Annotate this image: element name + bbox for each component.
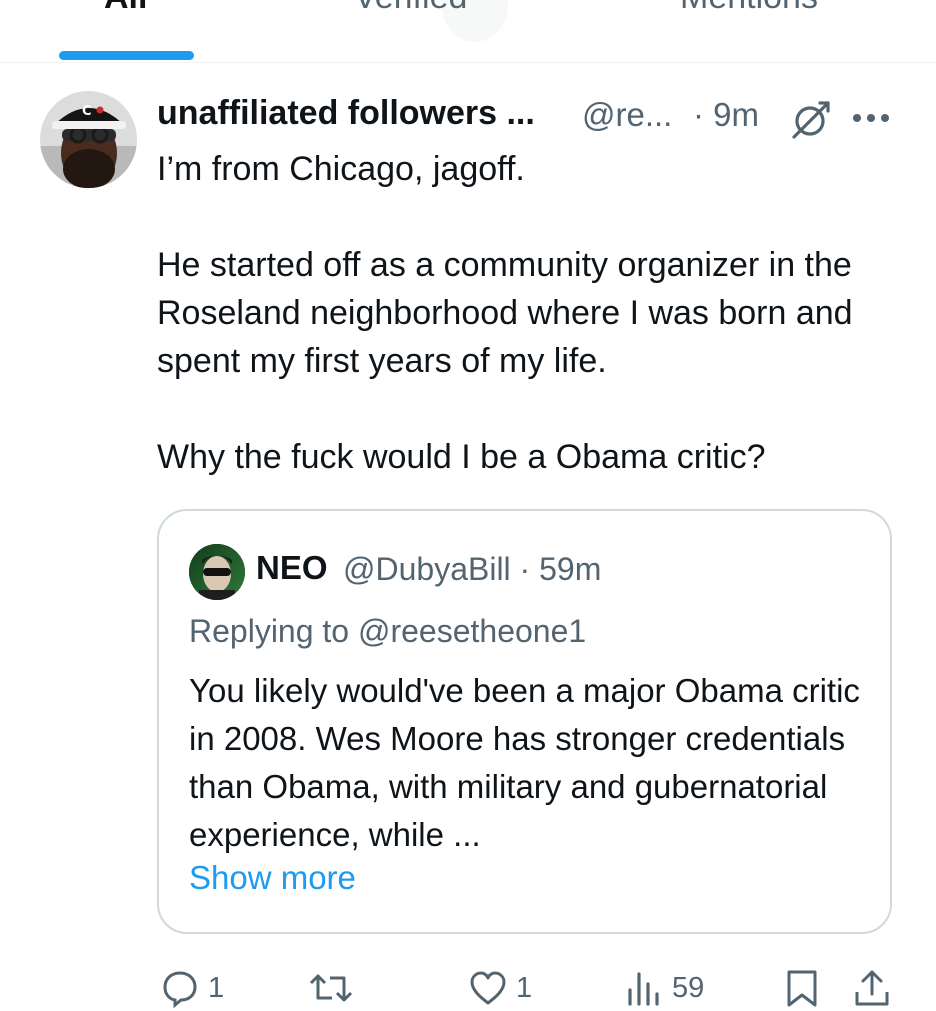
tab-mentions[interactable]: Mentions — [680, 0, 818, 17]
replying-to: Replying to @reesetheone1 — [189, 613, 587, 649]
avatar-hat-letter: C — [82, 104, 92, 119]
quoted-display-name[interactable]: NEO — [256, 549, 328, 587]
quoted-avatar-photo — [189, 544, 245, 600]
views-count: 59 — [672, 971, 705, 1004]
repost-icon — [309, 974, 353, 1002]
post-header: unaffiliated followers ... @re... · 9m — [157, 92, 917, 140]
bookmark-button[interactable] — [784, 965, 820, 1011]
tab-bar: All Verified Mentions — [0, 0, 936, 63]
post-paragraph: He started off as a community organizer … — [157, 246, 853, 380]
show-more-link[interactable]: Show more — [189, 859, 356, 897]
tab-verified[interactable]: Verified — [354, 0, 467, 17]
tab-all[interactable]: All — [104, 0, 147, 17]
bookmark-icon — [787, 970, 817, 1007]
share-button[interactable] — [852, 965, 892, 1011]
avatar[interactable]: C — [40, 91, 137, 188]
post-time[interactable]: · 9m — [693, 96, 759, 134]
views-button[interactable]: 59 — [624, 965, 704, 1011]
post-paragraph: Why the fuck would I be a Obama critic? — [157, 438, 766, 476]
like-icon — [470, 971, 506, 1005]
views-icon — [628, 972, 659, 1006]
reply-icon — [163, 971, 197, 1008]
quoted-post[interactable]: NEO @DubyaBill · 59m Replying to @reeset… — [157, 509, 892, 934]
post-paragraph: I’m from Chicago, jagoff. — [157, 150, 525, 188]
display-name[interactable]: unaffiliated followers ... — [157, 94, 535, 133]
repost-button[interactable] — [308, 965, 362, 1011]
active-tab-indicator — [59, 51, 194, 60]
user-handle[interactable]: @re... — [582, 96, 672, 134]
post-text: I’m from Chicago, jagoff. He started off… — [157, 145, 877, 481]
reply-count: 1 — [208, 971, 225, 1004]
quoted-avatar[interactable] — [189, 544, 245, 600]
like-count: 1 — [516, 971, 533, 1004]
quoted-handle-time[interactable]: @DubyaBill · 59m — [343, 551, 601, 588]
action-bar: 1 1 59 — [0, 965, 936, 1011]
grok-icon[interactable] — [790, 98, 832, 140]
like-button[interactable]: 1 — [468, 965, 532, 1011]
quoted-text: You likely would've been a major Obama c… — [189, 672, 860, 853]
reply-button[interactable]: 1 — [160, 965, 224, 1011]
avatar-photo: C — [40, 91, 137, 188]
more-icon[interactable] — [851, 112, 891, 124]
share-icon — [855, 970, 889, 1006]
